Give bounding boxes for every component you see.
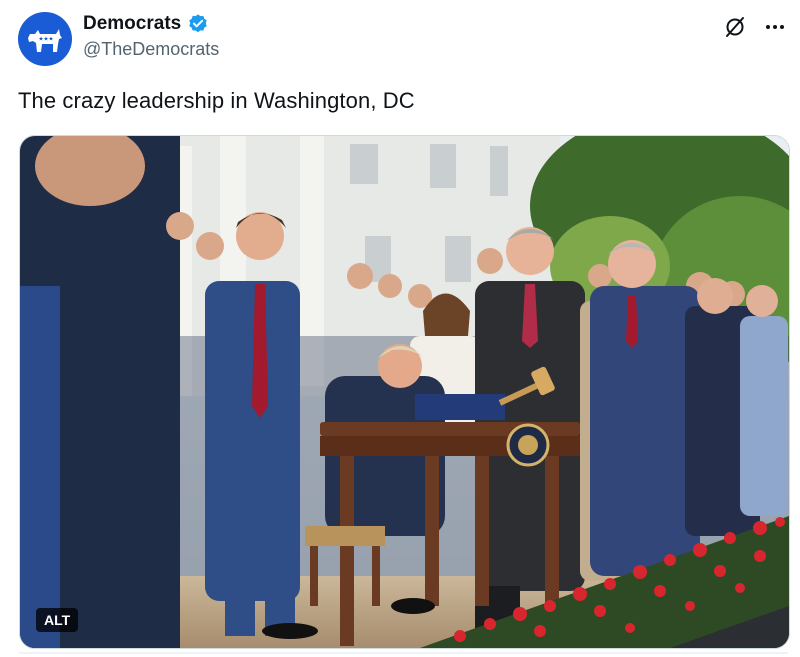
display-name[interactable]: Democrats (83, 13, 181, 35)
tweet-photo[interactable]: ALT (19, 135, 790, 649)
display-name-row[interactable]: Democrats (83, 13, 219, 35)
grok-button[interactable] (722, 14, 748, 40)
more-icon (766, 25, 784, 29)
handle[interactable]: @TheDemocrats (83, 39, 219, 60)
tweet-header: Democrats @TheDemocrats (18, 10, 788, 68)
author-names: Democrats @TheDemocrats (83, 13, 219, 60)
avatar[interactable] (18, 12, 72, 66)
tweet-actions (722, 14, 788, 40)
donkey-icon (28, 29, 62, 52)
tweet-text: The crazy leadership in Washington, DC (18, 88, 415, 113)
bill-signing-ceremony-photo (20, 136, 789, 648)
grok-icon (726, 17, 744, 37)
alt-badge[interactable]: ALT (36, 608, 79, 632)
verified-badge-icon (189, 14, 207, 33)
more-button[interactable] (762, 14, 788, 40)
divider (19, 652, 788, 654)
